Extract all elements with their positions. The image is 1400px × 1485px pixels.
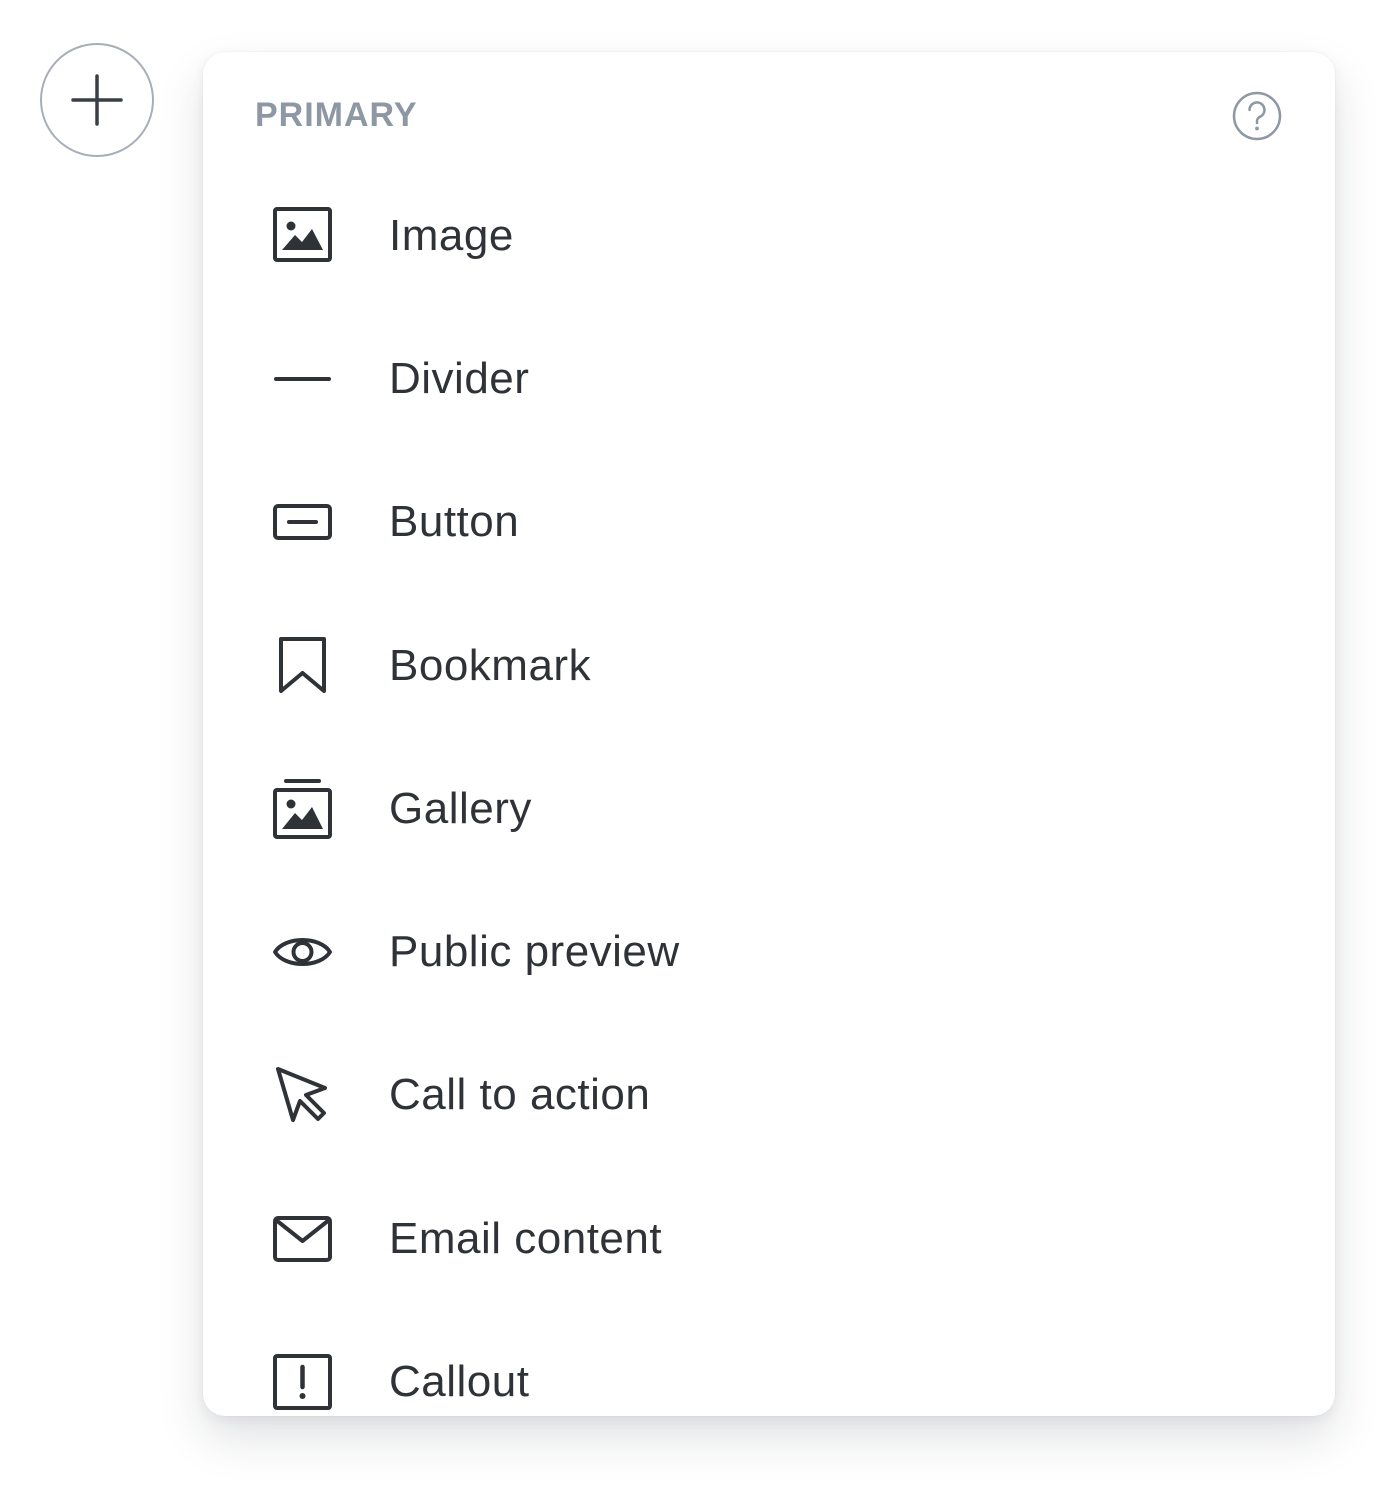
menu-item-label: Bookmark: [389, 640, 592, 690]
menu-item-label: Call to action: [389, 1070, 651, 1120]
menu-item-gallery[interactable]: Gallery: [203, 737, 1335, 880]
card-menu-panel: PRIMARY Image Divider Button Bookmark Ga…: [203, 52, 1335, 1416]
image-icon: [272, 205, 334, 267]
button-icon: [272, 491, 334, 553]
menu-item-label: Callout: [389, 1357, 530, 1407]
menu-item-image[interactable]: Image: [203, 164, 1335, 307]
menu-item-button[interactable]: Button: [203, 451, 1335, 594]
menu-item-callout[interactable]: Callout: [203, 1310, 1335, 1416]
menu-item-label: Image: [389, 210, 514, 260]
cursor-icon: [272, 1064, 334, 1126]
section-title: PRIMARY: [255, 96, 418, 134]
menu-item-label: Button: [389, 497, 520, 547]
envelope-icon: [272, 1208, 334, 1270]
menu-item-email-content[interactable]: Email content: [203, 1167, 1335, 1310]
menu-item-label: Email content: [389, 1213, 663, 1263]
divider-icon: [272, 348, 334, 410]
menu-item-bookmark[interactable]: Bookmark: [203, 594, 1335, 737]
menu-item-label: Public preview: [389, 927, 680, 977]
menu-item-public-preview[interactable]: Public preview: [203, 880, 1335, 1023]
question-circle-icon: [1232, 91, 1282, 141]
add-card-button[interactable]: [40, 43, 154, 157]
menu-item-divider[interactable]: Divider: [203, 307, 1335, 450]
eye-icon: [272, 921, 334, 983]
help-button[interactable]: [1230, 89, 1284, 143]
menu-item-label: Divider: [389, 353, 530, 403]
callout-icon: [272, 1351, 334, 1413]
menu-list: Image Divider Button Bookmark Gallery Pu…: [203, 164, 1335, 1416]
menu-item-call-to-action[interactable]: Call to action: [203, 1024, 1335, 1167]
gallery-icon: [272, 778, 334, 840]
plus-icon: [71, 74, 123, 126]
menu-item-label: Gallery: [389, 783, 532, 833]
bookmark-icon: [272, 635, 334, 697]
